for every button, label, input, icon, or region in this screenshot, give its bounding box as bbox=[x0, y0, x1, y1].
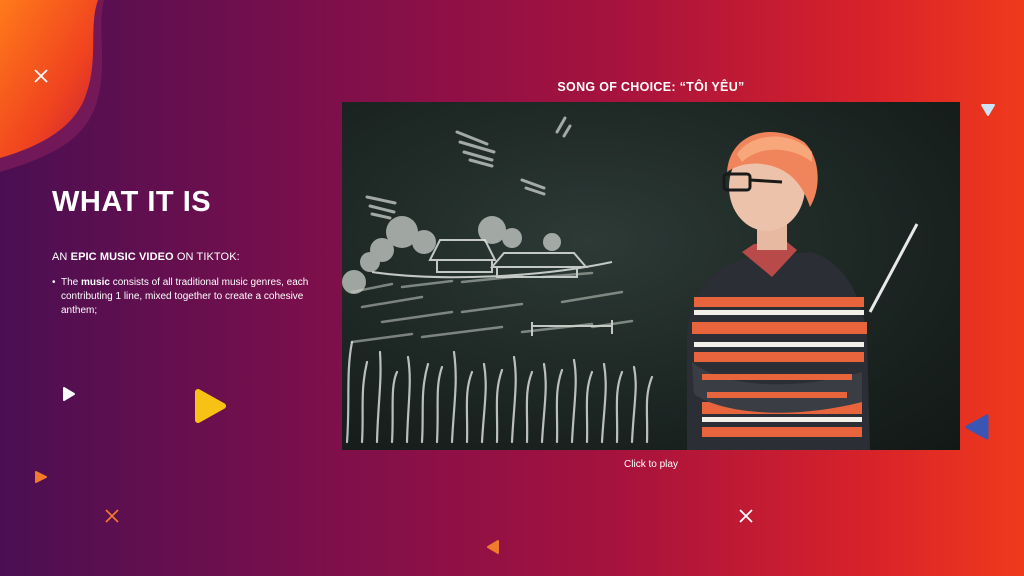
song-title: SONG OF CHOICE: “TÔI YÊU” bbox=[557, 80, 745, 94]
intro-text: AN EPIC MUSIC VIDEO ON TIKTOK: bbox=[52, 251, 240, 263]
play-icon bbox=[63, 387, 75, 401]
decorative-blob bbox=[0, 0, 104, 172]
close-icon bbox=[105, 509, 119, 523]
list-item: The music consists of all traditional mu… bbox=[52, 276, 322, 318]
video-player[interactable] bbox=[342, 102, 960, 450]
bullet-bold: music bbox=[81, 277, 110, 288]
triangle-icon bbox=[981, 104, 995, 116]
intro-prefix: AN bbox=[52, 251, 71, 263]
bullet-list: The music consists of all traditional mu… bbox=[52, 276, 322, 318]
close-icon[interactable] bbox=[32, 67, 50, 89]
triangle-icon bbox=[487, 540, 499, 554]
video-thumbnail bbox=[342, 116, 919, 450]
intro-suffix: ON TIKTOK: bbox=[173, 251, 240, 263]
bullet-prefix: The bbox=[61, 277, 82, 288]
video-caption[interactable]: Click to play bbox=[342, 459, 960, 470]
play-icon bbox=[195, 389, 226, 423]
play-icon bbox=[35, 471, 47, 483]
page-title: WHAT IT IS bbox=[52, 186, 212, 218]
close-icon bbox=[739, 509, 753, 523]
triangle-icon bbox=[965, 414, 989, 440]
intro-bold: EPIC MUSIC VIDEO bbox=[70, 251, 174, 263]
